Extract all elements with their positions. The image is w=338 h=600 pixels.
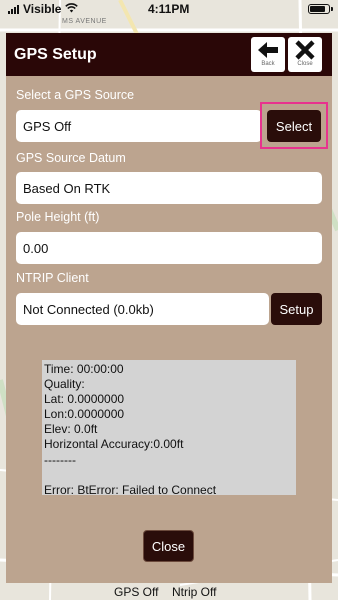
gps-source-label: Select a GPS Source bbox=[16, 88, 135, 102]
gps-source-field[interactable]: GPS Off bbox=[16, 110, 262, 142]
info-time: Time: 00:00:00 bbox=[44, 362, 124, 376]
map-street-label: MS AVENUE bbox=[62, 18, 107, 25]
gps-datum-label: GPS Source Datum bbox=[16, 151, 126, 165]
carrier-name: Visible bbox=[23, 2, 62, 16]
ntrip-status-value: Not Connected (0.0kb) bbox=[23, 301, 154, 317]
dialog-title: GPS Setup bbox=[14, 46, 97, 63]
dialog-header: GPS Setup Back Close bbox=[6, 33, 332, 76]
info-elev: Elev: 0.0ft bbox=[44, 422, 98, 437]
gps-datum-field[interactable]: Based On RTK bbox=[16, 172, 322, 204]
gps-status-text: GPS Off bbox=[114, 585, 159, 599]
back-arrow-icon bbox=[258, 42, 278, 58]
pole-height-input[interactable]: 0.00 bbox=[16, 232, 322, 264]
wifi-icon bbox=[65, 2, 79, 16]
info-horizontal-accuracy: Horizontal Accuracy:0.00ft bbox=[44, 437, 184, 452]
ntrip-status-text: Ntrip Off bbox=[172, 585, 217, 599]
select-highlight bbox=[260, 102, 328, 149]
gps-info-panel: Time: 00:00:00 Quality: Lat: 0.0000000 L… bbox=[42, 360, 296, 497]
info-quality: Quality: bbox=[44, 377, 85, 392]
info-lat: Lat: 0.0000000 bbox=[44, 392, 125, 407]
gps-datum-value: Based On RTK bbox=[23, 180, 111, 196]
pole-height-value: 0.00 bbox=[23, 240, 49, 256]
ntrip-setup-button[interactable]: Setup bbox=[271, 293, 322, 325]
gps-status-indicator: GPS Off bbox=[111, 584, 161, 600]
battery-icon bbox=[308, 4, 333, 14]
close-button-label: Close bbox=[297, 61, 313, 67]
gps-source-value: GPS Off bbox=[23, 118, 72, 134]
close-button[interactable]: Close bbox=[143, 530, 194, 562]
ntrip-status-indicator: Ntrip Off bbox=[169, 584, 219, 600]
info-blank bbox=[44, 468, 294, 483]
close-icon bbox=[295, 40, 315, 60]
info-lon: Lon:0.0000000 bbox=[44, 407, 125, 422]
status-bar: Visible 4:11PM bbox=[0, 0, 338, 18]
back-button-label: Back bbox=[261, 61, 275, 67]
gps-setup-dialog: GPS Setup Back Close Select a GPS Source… bbox=[6, 33, 332, 583]
close-x-button[interactable]: Close bbox=[288, 37, 322, 72]
pole-height-label: Pole Height (ft) bbox=[16, 210, 100, 224]
clock: 4:11PM bbox=[148, 2, 190, 16]
ntrip-client-label: NTRIP Client bbox=[16, 271, 89, 285]
signal-icon bbox=[8, 4, 19, 14]
info-error: Error: BtError: Failed to Connect bbox=[44, 482, 217, 497]
ntrip-status-field: Not Connected (0.0kb) bbox=[16, 293, 269, 325]
back-button[interactable]: Back bbox=[251, 37, 285, 72]
info-separator: -------- bbox=[44, 452, 76, 467]
